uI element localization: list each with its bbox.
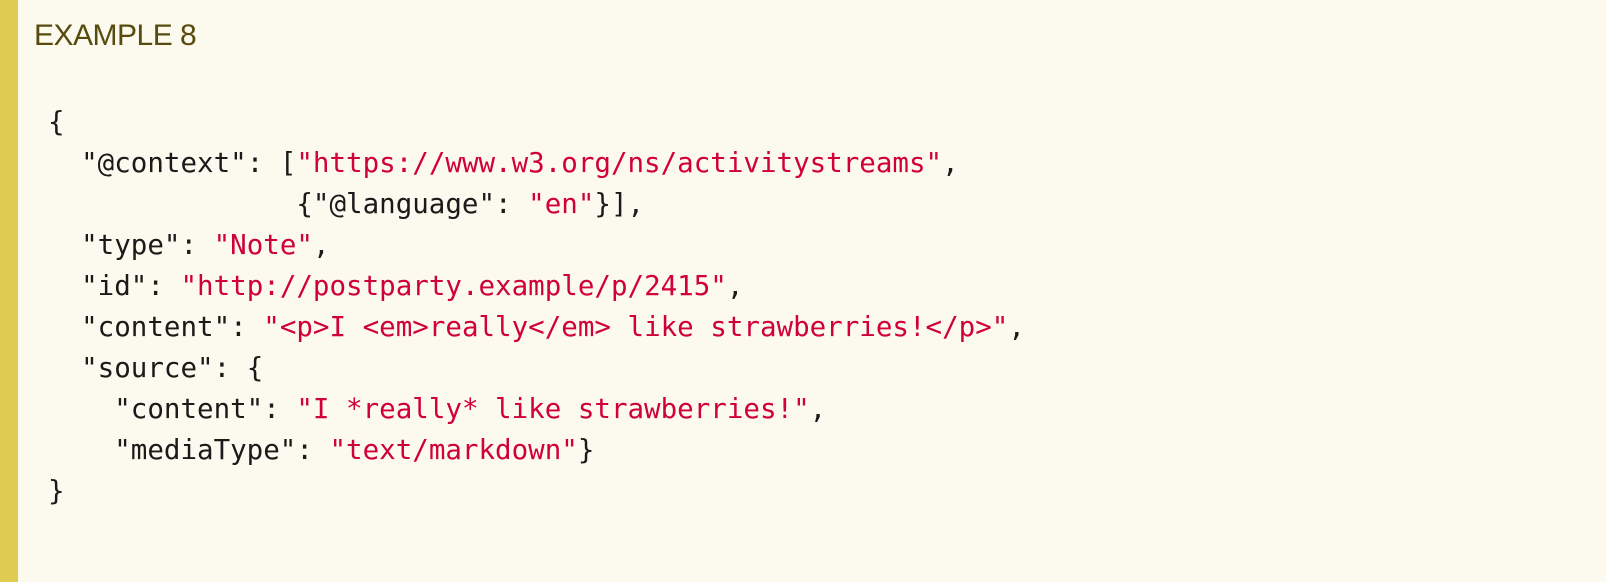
code-string: "text/markdown" (329, 434, 578, 466)
code-punctuation: : (230, 311, 264, 343)
code-key: "@language" (312, 188, 496, 220)
code-string: "Note" (213, 229, 313, 261)
code-key: "source" (81, 352, 214, 384)
example-box: EXAMPLE 8 { "@context": ["https://www.w3… (0, 0, 1606, 582)
code-line: {"@language": "en"}], (48, 184, 1025, 225)
code-punctuation: : { (213, 352, 264, 384)
code-punctuation: } (48, 475, 65, 507)
code-punctuation (48, 311, 81, 343)
code-line: } (48, 471, 1025, 512)
code-key: "mediaType" (114, 434, 297, 466)
code-punctuation: , (942, 147, 959, 179)
code-line: { (48, 102, 1025, 143)
example-title: EXAMPLE 8 (34, 19, 197, 52)
code-line: "content": "I *really* like strawberries… (48, 389, 1025, 430)
code-key: "content" (81, 311, 231, 343)
code-punctuation: , (1008, 311, 1025, 343)
code-punctuation: { (48, 188, 313, 220)
code-punctuation: { (48, 106, 65, 138)
code-string: "en" (528, 188, 595, 220)
code-line: "source": { (48, 348, 1025, 389)
code-line: "content": "<p>I <em>really</em> like st… (48, 307, 1025, 348)
code-string: "<p>I <em>really</em> like strawberries!… (263, 311, 1009, 343)
code-line: "mediaType": "text/markdown"} (48, 430, 1025, 471)
code-block: { "@context": ["https://www.w3.org/ns/ac… (48, 102, 1025, 512)
code-string: "http://postparty.example/p/2415" (180, 270, 727, 302)
code-punctuation (48, 393, 114, 425)
code-punctuation (48, 270, 81, 302)
code-punctuation: : (495, 188, 529, 220)
code-punctuation: : [ (246, 147, 297, 179)
code-punctuation (48, 434, 114, 466)
code-punctuation: : (180, 229, 214, 261)
code-string: "I *really* like strawberries!" (296, 393, 810, 425)
code-punctuation: } (577, 434, 595, 466)
code-punctuation: }], (594, 188, 645, 220)
code-punctuation: , (726, 270, 744, 302)
code-punctuation: : (296, 434, 330, 466)
code-punctuation (48, 229, 81, 261)
code-line: "@context": ["https://www.w3.org/ns/acti… (48, 143, 1025, 184)
code-key: "content" (114, 393, 264, 425)
code-punctuation: : (263, 393, 297, 425)
code-key: "id" (81, 270, 148, 302)
code-key: "@context" (81, 147, 247, 179)
code-punctuation (48, 352, 81, 384)
code-punctuation: , (809, 393, 827, 425)
code-punctuation: : (147, 270, 181, 302)
code-punctuation (48, 147, 81, 179)
code-key: "type" (81, 229, 181, 261)
code-punctuation: , (312, 229, 330, 261)
code-string: "https://www.w3.org/ns/activitystreams" (296, 147, 943, 179)
code-line: "id": "http://postparty.example/p/2415", (48, 266, 1025, 307)
code-line: "type": "Note", (48, 225, 1025, 266)
